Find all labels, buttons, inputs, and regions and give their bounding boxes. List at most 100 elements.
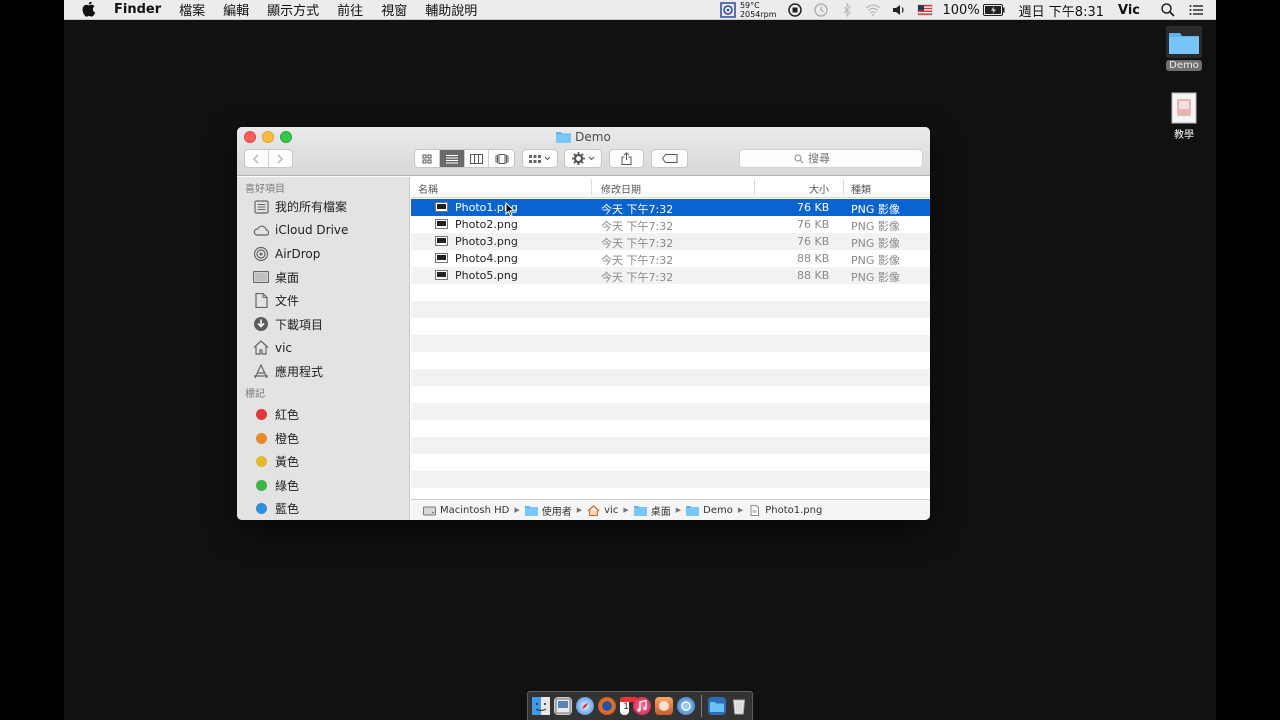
column-divider[interactable] <box>591 179 592 195</box>
sidebar-tag-blue[interactable]: 藍色 <box>237 497 409 520</box>
png-file-icon <box>435 270 448 280</box>
dock-itunes[interactable] <box>633 697 652 715</box>
menu-help[interactable]: 輔助說明 <box>425 0 477 19</box>
spotlight-search-icon[interactable] <box>1160 2 1176 18</box>
table-row[interactable]: Photo1.png 今天 下午7:32 76 KB PNG 影像 <box>411 199 930 216</box>
table-row[interactable]: Photo3.png 今天 下午7:32 76 KB PNG 影像 <box>411 233 930 250</box>
clock[interactable]: 週日 下午8:31 <box>1019 1 1104 20</box>
folder-icon <box>524 505 538 516</box>
title-bar[interactable]: Demo <box>237 127 930 176</box>
dock-finder[interactable] <box>532 697 550 715</box>
action-button[interactable] <box>564 149 602 168</box>
path-item-desktop[interactable]: 桌面 ▶ <box>633 503 686 518</box>
dock-trash[interactable] <box>730 697 748 715</box>
firefox-icon <box>602 701 612 711</box>
wifi-icon[interactable] <box>865 2 881 18</box>
list-view-button[interactable] <box>439 150 465 167</box>
tag-color-dot <box>256 409 267 421</box>
column-header-size[interactable]: 大小 <box>809 181 829 196</box>
bluetooth-icon[interactable] <box>839 2 855 18</box>
column-header-kind[interactable]: 種類 <box>851 181 871 196</box>
dock-separator <box>701 695 702 717</box>
column-header-name[interactable]: 名稱 <box>418 181 438 196</box>
table-row[interactable]: Photo2.png 今天 下午7:32 76 KB PNG 影像 <box>411 216 930 233</box>
share-button[interactable] <box>609 149 644 168</box>
sidebar-item-documents[interactable]: 文件 <box>237 289 409 313</box>
folder-icon <box>556 132 572 143</box>
empty-row <box>411 403 930 420</box>
sidebar-item-applications[interactable]: 應用程式 <box>237 360 409 384</box>
menu-edit[interactable]: 編輯 <box>223 0 249 19</box>
column-divider[interactable] <box>843 179 844 195</box>
path-item-users[interactable]: 使用者 ▶ <box>524 503 587 518</box>
tag-color-dot <box>256 503 267 515</box>
sidebar-item-all-my-files[interactable]: 我的所有檔案 <box>237 195 409 219</box>
volume-icon[interactable] <box>891 2 907 18</box>
sidebar-tag-orange[interactable]: 橙色 <box>237 427 409 451</box>
sidebar-item-icloud-drive[interactable]: iCloud Drive <box>237 219 409 243</box>
us-flag-icon[interactable] <box>917 2 933 18</box>
dock-photo-app[interactable] <box>655 697 674 715</box>
battery-status[interactable]: 100% <box>943 3 1005 18</box>
record-icon[interactable] <box>787 2 803 18</box>
view-mode-selector <box>414 149 515 168</box>
dock-firefox[interactable] <box>598 697 616 715</box>
sidebar-item-label: 文件 <box>275 294 300 309</box>
dock-safari[interactable] <box>576 697 594 715</box>
path-item-demo[interactable]: Demo ▶ <box>686 505 748 516</box>
time-machine-icon[interactable] <box>813 2 829 18</box>
icon-view-button[interactable] <box>415 150 440 167</box>
sidebar-item-label: 應用程式 <box>275 364 324 379</box>
menu-view[interactable]: 顯示方式 <box>267 0 319 19</box>
menu-app-finder[interactable]: Finder <box>114 2 161 17</box>
arrange-button[interactable] <box>522 149 558 168</box>
notification-center-icon[interactable] <box>1188 2 1204 18</box>
sidebar-item-downloads[interactable]: 下載項目 <box>237 313 409 337</box>
column-header-modified[interactable]: 修改日期 <box>601 181 641 196</box>
path-item-macintosh-hd[interactable]: Macintosh HD ▶ <box>423 505 525 516</box>
menu-window[interactable]: 視窗 <box>381 0 407 19</box>
table-row[interactable]: Photo5.png 今天 下午7:32 88 KB PNG 影像 <box>411 267 930 284</box>
applications-icon <box>254 363 268 379</box>
sidebar-tag-yellow[interactable]: 黃色 <box>237 450 409 474</box>
temperature-monitor[interactable]: 59°C 2054rpm <box>720 1 777 19</box>
path-item-home[interactable]: vic ▶ <box>587 505 634 516</box>
dock-downloads-folder[interactable] <box>708 697 726 715</box>
sidebar-item-home[interactable]: vic <box>237 336 409 360</box>
trash-icon <box>732 699 746 715</box>
sidebar-item-airdrop[interactable]: AirDrop <box>237 242 409 266</box>
search-field[interactable] <box>739 149 923 168</box>
cover-flow-icon <box>495 153 509 164</box>
dock-browser[interactable] <box>677 697 696 715</box>
path-separator-icon: ▶ <box>623 506 629 514</box>
table-row[interactable]: Photo4.png 今天 下午7:32 88 KB PNG 影像 <box>411 250 930 267</box>
tags-button[interactable] <box>651 149 688 168</box>
column-divider[interactable] <box>754 179 755 195</box>
menu-go[interactable]: 前往 <box>337 0 363 19</box>
path-item-label: Photo1.png <box>765 504 823 516</box>
photo-app-icon <box>659 701 670 711</box>
desktop-icon-demo-folder[interactable]: Demo <box>1158 26 1210 71</box>
column-view-button[interactable] <box>465 150 490 167</box>
path-item-photo1[interactable]: Photo1.png <box>748 504 823 516</box>
desktop-icon-tutorial-file[interactable]: 教學 <box>1158 92 1210 141</box>
empty-row <box>411 284 930 301</box>
forward-button[interactable] <box>269 150 292 167</box>
dock-preview[interactable] <box>554 697 572 715</box>
cover-flow-button[interactable] <box>489 150 514 167</box>
sidebar-tag-red[interactable]: 紅色 <box>237 403 409 427</box>
back-button[interactable] <box>245 150 269 167</box>
tag-color-dot <box>256 432 267 444</box>
path-item-label: 桌面 <box>650 506 671 518</box>
menu-file[interactable]: 檔案 <box>179 0 205 19</box>
sidebar-item-desktop[interactable]: 桌面 <box>237 266 409 290</box>
empty-row <box>411 471 930 488</box>
file-size: 76 KB <box>797 218 830 231</box>
apple-icon[interactable] <box>82 1 96 18</box>
sidebar-tag-green[interactable]: 綠色 <box>237 474 409 498</box>
folder-icon <box>633 505 647 516</box>
search-input[interactable] <box>808 152 868 165</box>
user-menu[interactable]: Vic <box>1118 3 1140 18</box>
path-separator-icon: ▶ <box>737 506 744 514</box>
dock-calendar[interactable]: 19 <box>620 697 638 715</box>
